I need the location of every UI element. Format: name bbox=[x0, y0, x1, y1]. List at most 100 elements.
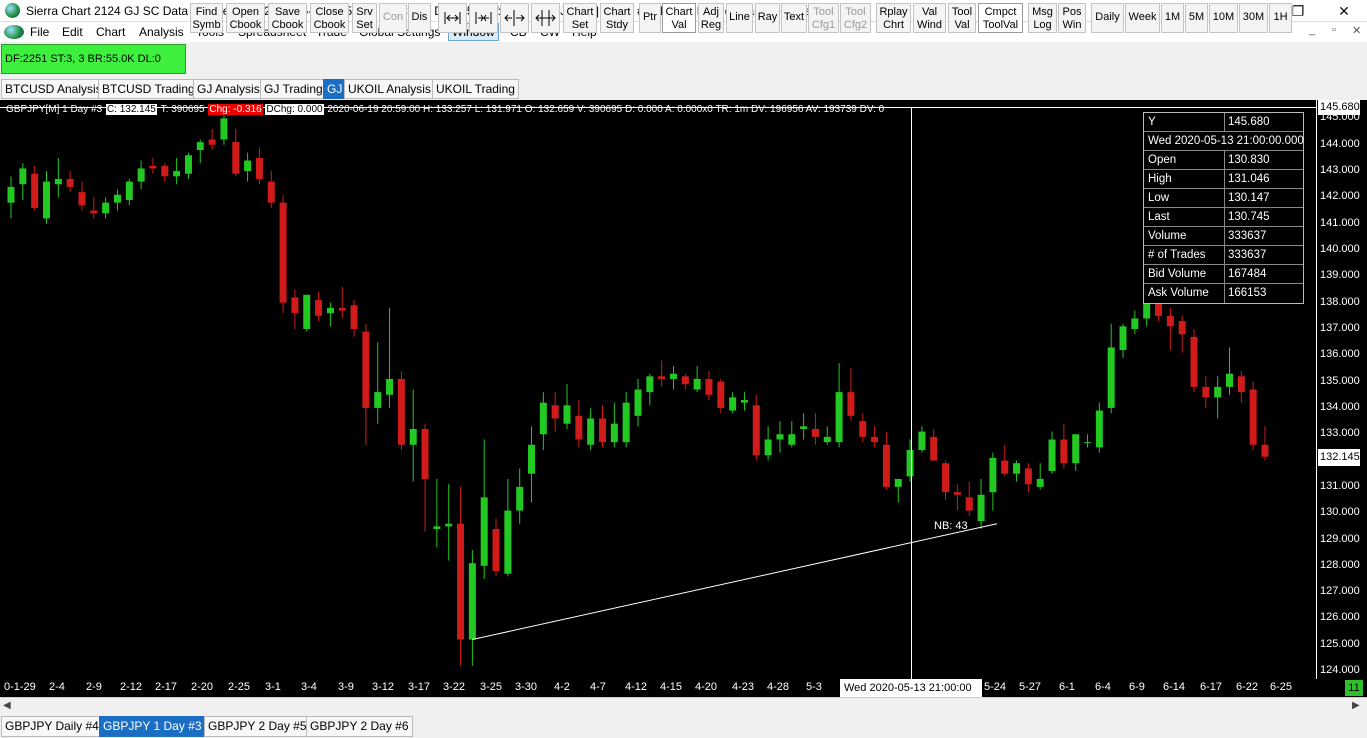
candle-up bbox=[776, 434, 784, 440]
chart-header-line: GBPJPY[M] 1 Day #3 C: 132.145 T: 390695 … bbox=[5, 104, 885, 115]
server-settings-button[interactable]: Srv Set bbox=[352, 3, 377, 33]
tab-gj-trading[interactable]: GJ Trading bbox=[260, 79, 327, 99]
adjust-regression-button[interactable]: Adj Reg bbox=[698, 3, 724, 33]
window-tab[interactable]: GBPJPY Daily #4 bbox=[1, 716, 103, 737]
candle-up bbox=[54, 178, 62, 185]
mdi-close-button[interactable]: ✕ bbox=[1352, 24, 1361, 37]
candle-down bbox=[66, 178, 74, 187]
connection-status: DF:2251 ST:3, 3 BR:55.0K DL:0 bbox=[1, 44, 186, 74]
time-tick-label: 6-17 bbox=[1200, 681, 1223, 693]
tab-ukoil-trading[interactable]: UKOIL Trading bbox=[432, 79, 519, 99]
candle-up bbox=[918, 431, 926, 451]
message-log-button[interactable]: Msg Log bbox=[1028, 3, 1057, 33]
candle-down bbox=[291, 297, 299, 314]
tab-gj[interactable]: GJ bbox=[323, 79, 347, 99]
tool-config1-button[interactable]: Tool Cfg1 bbox=[808, 3, 839, 33]
candle-down bbox=[350, 305, 358, 329]
time-tick-label: 4-20 bbox=[695, 681, 718, 693]
price-tick-label: 124.000 bbox=[1320, 664, 1360, 677]
mdi-minimize-button[interactable]: _ bbox=[1309, 24, 1315, 36]
menu-file[interactable]: File bbox=[30, 25, 49, 39]
tab-gj-analysis[interactable]: GJ Analysis bbox=[193, 79, 264, 99]
zoom-in-bars-icon[interactable] bbox=[469, 3, 498, 33]
tool-values-button[interactable]: Tool Val bbox=[948, 3, 976, 33]
price-tick-label: 137.000 bbox=[1320, 321, 1360, 334]
candle-down bbox=[1249, 389, 1257, 445]
candlestick-chart[interactable] bbox=[0, 100, 1316, 679]
candle-up bbox=[823, 436, 831, 443]
scroll-left-icon[interactable] bbox=[438, 3, 467, 33]
candle-up bbox=[1119, 326, 1127, 351]
candle-up bbox=[729, 397, 737, 411]
window-tab[interactable]: GBPJPY 2 Day #6 bbox=[306, 716, 413, 737]
window-tab[interactable]: GBPJPY 2 Day #5 bbox=[204, 716, 311, 737]
close-window-button[interactable]: ✕ bbox=[1321, 0, 1367, 22]
connect-button[interactable]: Con bbox=[379, 3, 407, 33]
chart-studies-button[interactable]: Chart Stdy bbox=[600, 3, 634, 33]
save-chartbook-button[interactable]: Save Cbook bbox=[268, 3, 307, 33]
candle-down bbox=[421, 428, 429, 479]
time-tick-label: 5-24 bbox=[984, 681, 1007, 693]
candle-up bbox=[528, 444, 536, 474]
open-chartbook-button[interactable]: Open Cbook bbox=[226, 3, 265, 33]
zoom-out-bars-icon[interactable] bbox=[500, 3, 529, 33]
period-1m-button[interactable]: 1M bbox=[1161, 3, 1184, 33]
period-week-button[interactable]: Week bbox=[1125, 3, 1160, 33]
candle-up bbox=[977, 494, 985, 522]
candle-up bbox=[563, 405, 571, 424]
time-tick-label: 2-20 bbox=[191, 681, 214, 693]
time-tick-label: 5-27 bbox=[1019, 681, 1042, 693]
disconnect-button[interactable]: Dis bbox=[408, 3, 431, 33]
scroll-right-arrow-icon[interactable]: ▶ bbox=[1352, 700, 1360, 711]
scroll-left-arrow-icon[interactable]: ◀ bbox=[3, 700, 11, 711]
candle-down bbox=[965, 497, 973, 511]
candle-down bbox=[705, 378, 713, 395]
tooltip-value: 131.046 bbox=[1228, 173, 1270, 185]
period-5m-button[interactable]: 5M bbox=[1185, 3, 1208, 33]
menu-analysis[interactable]: Analysis bbox=[139, 25, 184, 39]
pointer-button[interactable]: Ptr bbox=[639, 3, 661, 33]
tab-btcusd-analysis[interactable]: BTCUSD Analysis bbox=[1, 79, 106, 99]
horizontal-scrollbar[interactable]: ◀ ▶ bbox=[0, 697, 1367, 714]
period-30m-button[interactable]: 30M bbox=[1239, 3, 1268, 33]
tooltip-datetime: Wed 2020-05-13 21:00:00.000 bbox=[1148, 135, 1304, 147]
header-change: Chg: -0.316 bbox=[208, 104, 263, 115]
tooltip-label: High bbox=[1144, 170, 1225, 188]
trendline bbox=[472, 523, 997, 641]
replay-chart-button[interactable]: Rplay Chrt bbox=[876, 3, 911, 33]
values-window-button[interactable]: Val Wind bbox=[913, 3, 946, 33]
window-tab-active[interactable]: GBPJPY 1 Day #3 bbox=[99, 716, 206, 737]
ray-tool-button[interactable]: Ray bbox=[755, 3, 780, 33]
text-tool-button[interactable]: Text bbox=[781, 3, 807, 33]
price-axis[interactable]: 145.000 144.000 143.000 142.000 141.000 140.0… bbox=[1316, 100, 1367, 679]
price-tick-label: 140.000 bbox=[1320, 243, 1360, 255]
candle-down bbox=[208, 139, 216, 145]
chart-area[interactable]: GBPJPY[M] 1 Day #3 C: 132.145 T: 390695 … bbox=[0, 100, 1367, 697]
close-chartbook-button[interactable]: Close Cbook bbox=[310, 3, 349, 33]
tab-ukoil-analysis[interactable]: UKOIL Analysis bbox=[344, 79, 435, 99]
period-1h-button[interactable]: 1H bbox=[1269, 3, 1292, 33]
menu-edit[interactable]: Edit bbox=[62, 25, 83, 39]
chart-values-button[interactable]: Chart Val bbox=[662, 3, 696, 33]
line-tool-button[interactable]: Line bbox=[726, 3, 753, 33]
period-10m-button[interactable]: 10M bbox=[1209, 3, 1238, 33]
price-tick-label: 134.000 bbox=[1320, 400, 1360, 413]
period-daily-button[interactable]: Daily bbox=[1091, 3, 1124, 33]
document-icon[interactable] bbox=[4, 25, 24, 39]
chart-settings-button[interactable]: Chart Set bbox=[563, 3, 597, 33]
scroll-right-icon[interactable] bbox=[531, 3, 560, 33]
time-axis[interactable]: 0-1-29 2-4 2-9 2-12 2-17 2-20 2-25 3-1 3-4 3-9 3-1… bbox=[0, 679, 1367, 697]
candle-up bbox=[1036, 478, 1044, 487]
mdi-restore-button[interactable]: ▫ bbox=[1332, 24, 1336, 36]
candle-down bbox=[681, 376, 689, 385]
tab-btcusd-trading[interactable]: BTCUSD Trading bbox=[98, 79, 199, 99]
find-symbol-button[interactable]: Find Symb bbox=[190, 3, 223, 33]
compact-tool-values-button[interactable]: Cmpct ToolVal bbox=[978, 3, 1023, 33]
positions-window-button[interactable]: Pos Win bbox=[1058, 3, 1086, 33]
header-bar-details: 2020-06-19 20:59:00 H: 133.257 L: 131.97… bbox=[327, 104, 885, 115]
tool-config2-button[interactable]: Tool Cfg2 bbox=[840, 3, 871, 33]
menu-chart[interactable]: Chart bbox=[96, 25, 125, 39]
candle-up bbox=[102, 202, 110, 214]
time-tick-label: 4-15 bbox=[660, 681, 683, 693]
candle-up bbox=[184, 155, 192, 174]
